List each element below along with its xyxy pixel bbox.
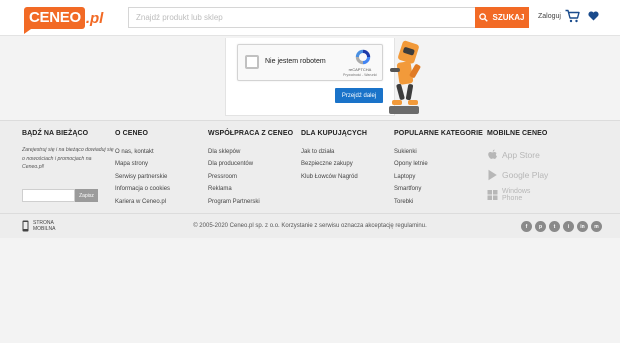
footer-heading: WSPÓŁPRACA Z CENEO [208,130,294,137]
mail-icon[interactable]: m [591,221,602,232]
pinterest-icon[interactable]: p [535,221,546,232]
store-label: App Store [502,150,540,160]
recaptcha-label: Nie jestem robotem [265,58,326,65]
newsletter-heading: BĄDŹ NA BIEŻĄCO [22,130,89,137]
footer-link[interactable]: Kariera w Ceneo.pl [115,196,170,208]
footer-link[interactable]: Pressroom [208,171,293,183]
footer-link[interactable]: Opony letnie [394,158,483,170]
footer-link[interactable]: Smartfony [394,183,483,195]
login-link[interactable]: Zaloguj [538,13,561,20]
newsletter-form: Zapisz [22,189,98,202]
footer-heading: DLA KUPUJĄCYCH [301,130,368,137]
google-play-link[interactable]: Google Play [487,166,548,184]
footer-link[interactable]: Reklama [208,183,293,195]
newsletter-section: BĄDŹ NA BIEŻĄCO Zarejestruj się i na bie… [22,130,114,202]
recaptcha-widget: Nie jestem robotem reCAPTCHA Prywatność … [237,44,383,81]
ceneo-logo[interactable]: CENEO .pl [24,6,104,34]
footer-link[interactable]: Jak to działa [301,146,367,158]
search-button-label: SZUKAJ [492,13,525,22]
proceed-button[interactable]: Przejdź dalej [335,88,383,103]
footer-link[interactable]: Sukienki [394,146,483,158]
footer-link[interactable]: Dla producentów [208,158,293,170]
robot-mascot-icon [389,40,421,114]
footer-link[interactable]: Klub Łowców Nagród [301,171,367,183]
footer-link[interactable]: Dla sklepów [208,146,293,158]
linkedin-icon[interactable]: in [577,221,588,232]
facebook-icon[interactable]: f [521,221,532,232]
twitter-icon[interactable]: t [549,221,560,232]
recaptcha-links[interactable]: Prywatność - Warunki [336,73,384,78]
footer-bottom-bar: STRONA MOBILNA © 2005-2020 Ceneo.pl sp. … [0,213,620,239]
windows-phone-link[interactable]: Windows Phone [487,186,548,204]
footer-column-categories: POPULARNE KATEGORIE Sukienki Opony letni… [394,130,483,208]
logo-suffix: .pl [85,9,104,27]
footer-column-cooperation: WSPÓŁPRACA Z CENEO Dla sklepów Dla produ… [208,130,293,208]
recaptcha-icon [355,49,371,65]
instagram-icon[interactable]: i [563,221,574,232]
header: CENEO .pl SZUKAJ Zaloguj [0,0,620,36]
recaptcha-checkbox[interactable] [245,55,259,69]
footer-heading: POPULARNE KATEGORIE [394,130,483,137]
cart-icon[interactable] [565,9,580,23]
newsletter-description: Zarejestruj się i na bieżąco dowiaduj si… [22,147,114,170]
apple-icon [488,149,497,159]
windows-icon [487,190,498,200]
search-button[interactable]: SZUKAJ [475,7,529,28]
search-input[interactable] [128,7,475,28]
footer-link[interactable]: Torebki [394,196,483,208]
footer-heading: O CENEO [115,130,148,137]
footer-link[interactable]: Bezpieczne zakupy [301,158,367,170]
footer-column-about: O CENEO O nas, kontakt Mapa strony Serwi… [115,130,170,208]
search-bar: SZUKAJ [128,7,529,28]
heart-icon[interactable] [588,11,599,21]
store-label: Windows Phone [502,188,531,202]
footer-link[interactable]: Informacja o cookies [115,183,170,195]
recaptcha-brand: reCAPTCHA [348,67,372,72]
app-store-link[interactable]: App Store [487,146,548,164]
newsletter-subscribe-button[interactable]: Zapisz [75,189,98,202]
logo-text: CENEO [24,7,85,34]
footer-link[interactable]: O nas, kontakt [115,146,170,158]
social-links: f p t i in m [521,221,602,232]
footer-heading: MOBILNE CENEO [487,130,548,137]
footer-column-buyers: DLA KUPUJĄCYCH Jak to działa Bezpieczne … [301,130,367,183]
footer-link[interactable]: Laptopy [394,171,483,183]
footer-link[interactable]: Mapa strony [115,158,170,170]
footer-link[interactable]: Serwisy partnerskie [115,171,170,183]
google-play-icon [488,169,497,181]
footer: BĄDŹ NA BIEŻĄCO Zarejestruj się i na bie… [0,120,620,238]
newsletter-email-input[interactable] [22,189,75,202]
search-icon [479,13,489,22]
footer-column-mobile: MOBILNE CENEO App Store Google Play Wind… [487,130,548,206]
footer-link[interactable]: Program Partnerski [208,196,293,208]
store-label: Google Play [502,170,549,180]
